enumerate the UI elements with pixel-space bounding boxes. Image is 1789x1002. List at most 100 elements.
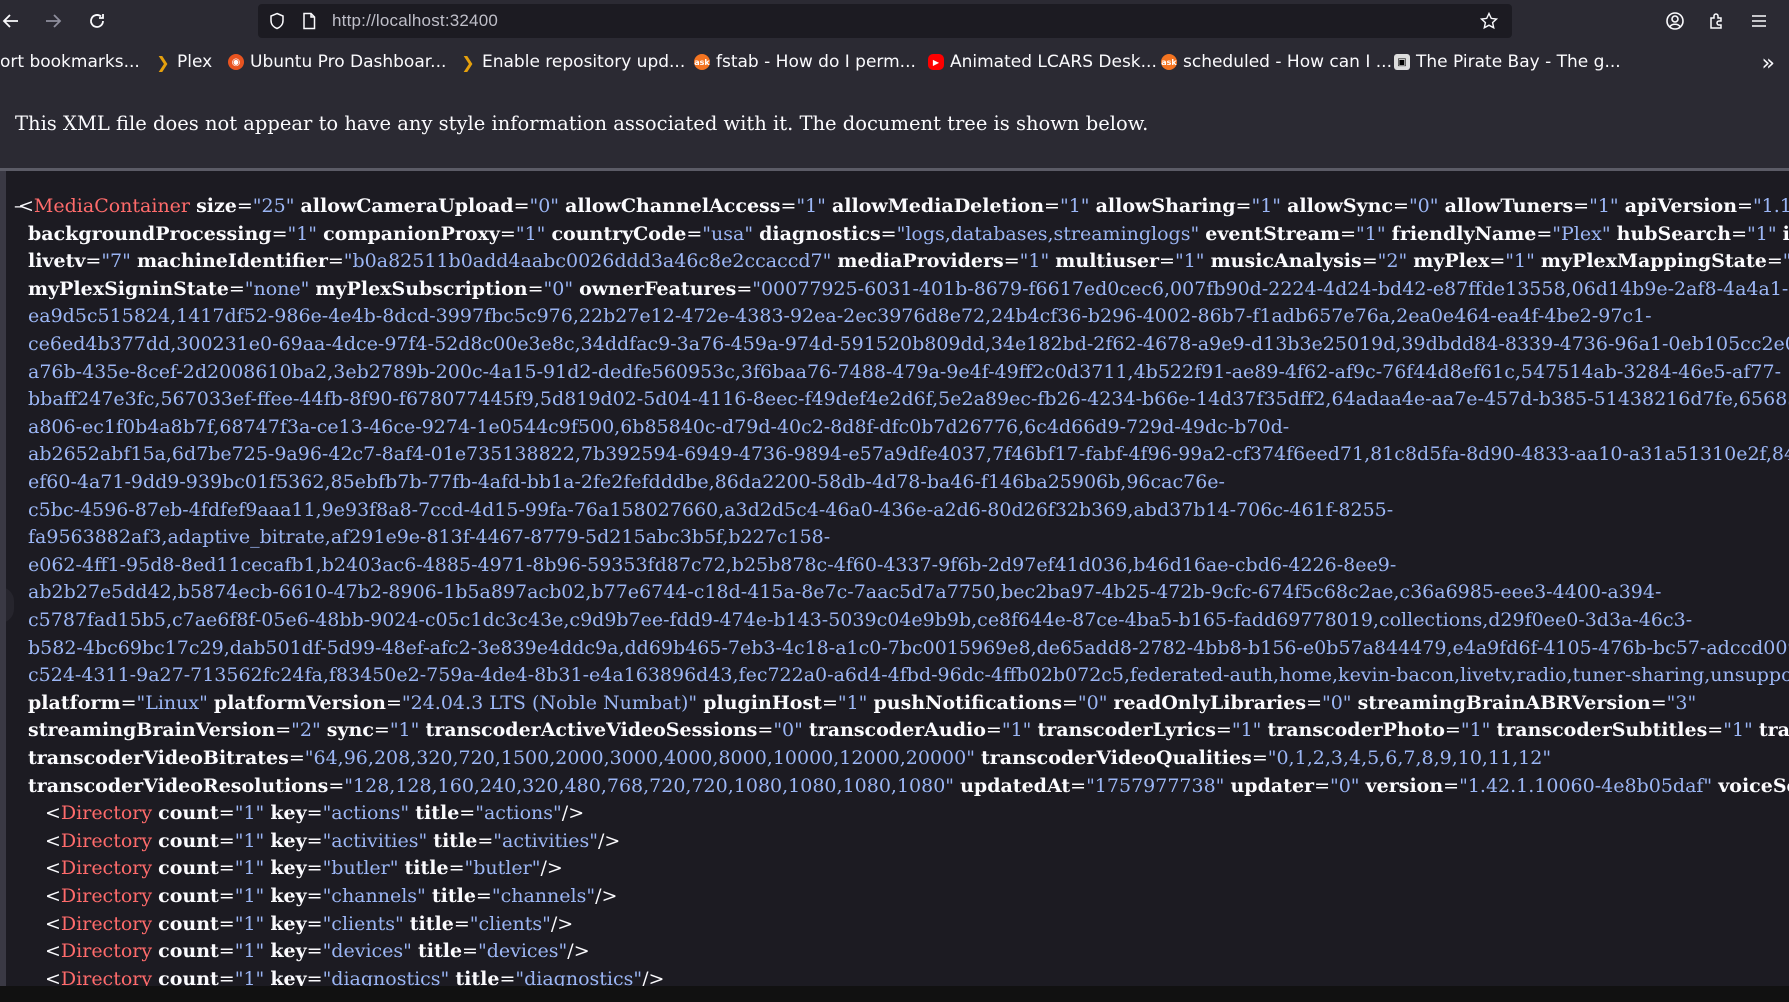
xml-attribute-value: bbaff247e3fc,567033ef-ffee-44fb-8f90-f67… bbox=[28, 388, 1789, 411]
xml-directory-element: <Directory count="1" key="devices" title… bbox=[45, 940, 590, 963]
xml-tag-name: Directory bbox=[60, 885, 153, 907]
xml-attribute-name: streamingBrainVersion bbox=[28, 719, 276, 742]
xml-directory-element: <Directory count="1" key="activities" ti… bbox=[45, 829, 621, 852]
account-button[interactable] bbox=[1660, 6, 1690, 36]
xml-attribute-value: "0" bbox=[1321, 691, 1352, 714]
xml-tag-name: Directory bbox=[60, 912, 153, 935]
xml-attribute-value: "diagnostics" bbox=[515, 967, 643, 986]
xml-attribute-value: "128,128,160,240,320,480,768,720,720,108… bbox=[344, 774, 955, 797]
address-bar[interactable]: http://localhost:32400 bbox=[258, 4, 1512, 38]
xml-attribute-name: eventStream bbox=[1205, 222, 1341, 245]
menu-button[interactable] bbox=[1744, 6, 1774, 36]
chevron-double-right-icon[interactable]: » bbox=[1762, 51, 1775, 76]
xml-attribute-name: apiVersion bbox=[1624, 195, 1738, 217]
xml-attribute-value: "b0a82511b0add4aabc0026ddd3a46c8e2ccaccd… bbox=[343, 250, 832, 273]
xml-attribute-value: ef60-4a71-9dd9-939bc01f5362,85ebfb7b-77f… bbox=[28, 471, 1225, 493]
xml-attribute-value: "Linux" bbox=[136, 691, 208, 714]
xml-attribute-value: "0" bbox=[1408, 195, 1439, 217]
forward-button[interactable] bbox=[38, 6, 68, 36]
bookmark-scheduled[interactable]: ask scheduled - How can I ... bbox=[1161, 51, 1392, 73]
xml-attribute-value: "1" bbox=[837, 691, 868, 714]
xml-attribute-value: "actions" bbox=[475, 802, 562, 825]
xml-attribute-value: "1" bbox=[234, 940, 265, 963]
xml-document-tree: – <MediaContainer size="25" allowCameraU… bbox=[0, 171, 1789, 986]
xml-attribute-name: count bbox=[158, 967, 219, 986]
back-button[interactable] bbox=[0, 6, 26, 36]
xml-line: ce6ed4b377dd,300231e0-69aa-4dce-97f4-52d… bbox=[28, 331, 1789, 359]
xml-attribute-value: "25" bbox=[252, 195, 295, 217]
xml-line: a806-ec1f0b4a8b7f,68747f3a-ce13-46ce-927… bbox=[28, 414, 1289, 442]
xml-attribute-name: transcoderActiveVideoSessions bbox=[425, 719, 758, 742]
bookmark-ubuntu-pro[interactable]: ◉ Ubuntu Pro Dashboar... bbox=[228, 51, 446, 73]
xml-attribute-value: "1" bbox=[1747, 222, 1777, 245]
bookmark-label: scheduled - How can I ... bbox=[1183, 52, 1392, 72]
xml-attribute-name: companionProxy bbox=[323, 222, 500, 245]
xml-attribute-name: key bbox=[270, 940, 307, 963]
xml-line: ea9d5c515824,1417df52-986e-4e4b-8dcd-399… bbox=[28, 303, 1652, 331]
xml-attribute-name: key bbox=[270, 885, 307, 907]
bookmark-import[interactable]: ort bookmarks... bbox=[0, 51, 140, 73]
xml-attribute-name: machineIdentifier bbox=[136, 250, 328, 273]
url-text[interactable]: http://localhost:32400 bbox=[332, 11, 498, 31]
bookmark-lcars[interactable]: ▶ Animated LCARS Desk... bbox=[928, 51, 1157, 73]
xml-attribute-value: "0,1,2,3,4,5,6,7,8,9,10,11,12" bbox=[1267, 747, 1552, 769]
xml-attribute-value: "1" bbox=[1174, 250, 1205, 273]
xml-tag-name: Directory bbox=[60, 940, 153, 963]
xml-attribute-name: allowMediaDeletion bbox=[831, 195, 1045, 217]
xml-attribute-value: "0" bbox=[543, 277, 574, 300]
xml-attribute-value: "0" bbox=[1077, 691, 1108, 714]
xml-attribute-value: "2" bbox=[291, 719, 321, 742]
xml-attribute-value: "7" bbox=[101, 250, 131, 273]
xml-attribute-name: transcoderVideo bbox=[1758, 719, 1789, 742]
sidebar-toggle-handle[interactable] bbox=[6, 587, 14, 623]
xml-attribute-value: "Plex" bbox=[1552, 222, 1611, 245]
xml-attribute-value: "3" bbox=[1666, 691, 1697, 714]
reload-button[interactable] bbox=[82, 6, 112, 36]
xml-attribute-name: count bbox=[158, 912, 219, 935]
xml-line: c5bc-4596-87eb-4fdfef9aaa11,9e93f8a8-7cc… bbox=[28, 497, 1393, 525]
xml-attribute-value: a806-ec1f0b4a8b7f,68747f3a-ce13-46ce-927… bbox=[28, 415, 1290, 438]
xml-attribute-name: voiceSearch bbox=[1718, 774, 1789, 797]
xml-attribute-value: "clients" bbox=[469, 912, 551, 935]
bookmark-pirate-bay[interactable]: ▣ The Pirate Bay - The g... bbox=[1394, 51, 1621, 73]
xml-attribute-value: "1" bbox=[234, 885, 265, 907]
xml-attribute-name: transcoderLyrics bbox=[1037, 719, 1216, 742]
shield-icon[interactable] bbox=[268, 12, 286, 30]
xml-attribute-name: title bbox=[404, 857, 449, 880]
back-arrow-icon bbox=[2, 14, 18, 28]
xml-attribute-value: "1" bbox=[796, 195, 826, 217]
bookmark-label: fstab - How do I perm... bbox=[716, 52, 916, 72]
xml-line: platform="Linux" platformVersion="24.04.… bbox=[28, 691, 1697, 714]
xml-attribute-value: "0" bbox=[1329, 774, 1360, 797]
xml-attribute-name: allowChannelAccess bbox=[565, 195, 781, 217]
xml-line: e062-4ff1-95d8-8ed11cecafb1,b2403ac6-488… bbox=[28, 552, 1396, 580]
xml-attribute-name: allowSharing bbox=[1095, 195, 1236, 217]
bookmark-enable-repository[interactable]: ❯ Enable repository upd... bbox=[460, 51, 685, 73]
piratebay-icon: ▣ bbox=[1394, 54, 1410, 70]
xml-attribute-value: "1" bbox=[1059, 195, 1090, 217]
forward-arrow-icon bbox=[46, 14, 62, 28]
xml-attribute-value: "1" bbox=[1460, 719, 1491, 742]
xml-line: backgroundProcessing="1" companionProxy=… bbox=[28, 221, 1789, 249]
xml-attribute-value: e062-4ff1-95d8-8ed11cecafb1,b2403ac6-488… bbox=[28, 553, 1397, 576]
xml-attribute-name: key bbox=[270, 967, 307, 986]
xml-attribute-value: "devices" bbox=[322, 940, 412, 963]
xml-attribute-value: "1" bbox=[234, 912, 265, 935]
bookmark-plex[interactable]: ❯ Plex bbox=[155, 51, 212, 73]
xml-attribute-value: "1" bbox=[1589, 195, 1619, 217]
xml-attribute-name: count bbox=[158, 857, 219, 880]
xml-line: <MediaContainer size="25" allowCameraUpl… bbox=[18, 193, 1789, 221]
xml-attribute-name: diagnostics bbox=[759, 222, 881, 245]
xml-attribute-value: "0" bbox=[529, 195, 560, 217]
bookmark-star-icon[interactable] bbox=[1480, 12, 1498, 30]
xml-attribute-name: allowTuners bbox=[1444, 195, 1574, 217]
bookmark-fstab[interactable]: ask fstab - How do I perm... bbox=[694, 51, 916, 73]
xml-attribute-name: transcoderAudio bbox=[808, 719, 986, 742]
xml-tag-name: Directory bbox=[60, 857, 153, 880]
xml-attribute-name: size bbox=[196, 195, 237, 217]
xml-attribute-value: "none" bbox=[244, 277, 310, 300]
xml-attribute-name: livetv bbox=[28, 250, 86, 273]
xml-directory-element: <Directory count="1" key="diagnostics" t… bbox=[45, 966, 664, 986]
extensions-button[interactable] bbox=[1702, 6, 1732, 36]
page-icon[interactable] bbox=[300, 12, 318, 30]
